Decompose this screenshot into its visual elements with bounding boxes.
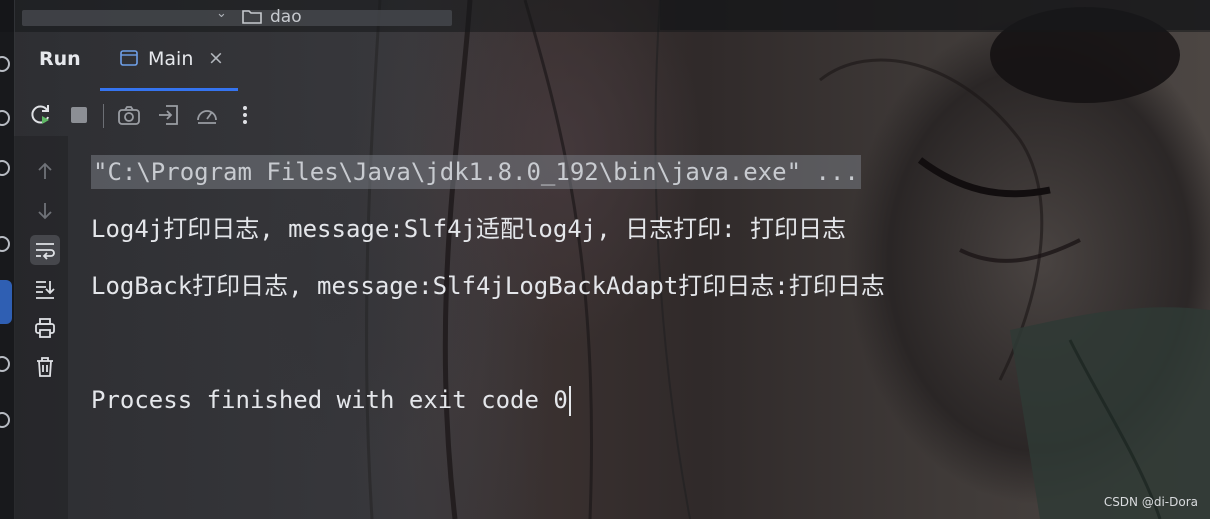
arrow-down-icon[interactable] bbox=[30, 196, 60, 226]
scroll-to-end-icon[interactable] bbox=[30, 274, 60, 304]
tool-window-icon[interactable] bbox=[0, 56, 10, 72]
exit-status-line: Process finished with exit code 0 bbox=[91, 383, 571, 417]
trash-icon[interactable] bbox=[30, 352, 60, 382]
breadcrumb-folder-name[interactable]: dao bbox=[270, 7, 302, 27]
exit-status-text: Process finished with exit code 0 bbox=[91, 386, 568, 414]
text-caret bbox=[568, 386, 571, 416]
log4j-output-line: Log4j打印日志, message:Slf4j适配log4j, 日志打印: 打… bbox=[91, 215, 847, 243]
folder-icon bbox=[242, 10, 262, 24]
soft-wrap-icon[interactable] bbox=[30, 235, 60, 265]
rerun-icon[interactable] bbox=[28, 102, 54, 128]
tool-window-icon[interactable] bbox=[0, 110, 10, 126]
logback-output-line: LogBack打印日志, message:Slf4jLogBackAdapt打印… bbox=[91, 272, 885, 300]
tool-window-icon[interactable] bbox=[0, 356, 10, 372]
console-window-icon bbox=[120, 50, 138, 66]
run-panel-title: Run bbox=[39, 48, 81, 70]
tool-window-icon[interactable] bbox=[0, 236, 10, 252]
tool-window-icon[interactable] bbox=[0, 160, 10, 176]
close-icon[interactable]: × bbox=[208, 47, 224, 69]
breadcrumb[interactable]: ⌄ dao bbox=[22, 6, 452, 27]
import-dump-icon[interactable] bbox=[156, 102, 182, 128]
console-gutter-toolbar bbox=[14, 136, 68, 519]
chevron-down-icon[interactable]: ⌄ bbox=[216, 6, 227, 21]
java-command-line: "C:\Program Files\Java\jdk1.8.0_192\bin\… bbox=[91, 155, 861, 189]
profiler-icon[interactable] bbox=[194, 102, 220, 128]
tab-main-label: Main bbox=[148, 48, 194, 70]
watermark: CSDN @di-Dora bbox=[1103, 495, 1198, 509]
ide-run-window: ⌄ dao Run Main × "C:\Program Files\Java\… bbox=[0, 0, 1210, 519]
stop-icon[interactable] bbox=[66, 102, 92, 128]
run-toolbar bbox=[20, 98, 300, 134]
tool-window-icon[interactable] bbox=[0, 412, 10, 428]
active-tool-window-indicator[interactable] bbox=[0, 280, 12, 324]
toolbar-separator bbox=[103, 104, 104, 128]
camera-icon[interactable] bbox=[116, 102, 142, 128]
more-options-icon[interactable] bbox=[232, 102, 258, 128]
print-icon[interactable] bbox=[30, 313, 60, 343]
arrow-up-icon[interactable] bbox=[30, 156, 60, 186]
tab-main[interactable]: Main × bbox=[100, 36, 238, 91]
run-tool-header: Run Main × bbox=[14, 36, 1210, 91]
left-tool-stripe bbox=[0, 0, 15, 519]
